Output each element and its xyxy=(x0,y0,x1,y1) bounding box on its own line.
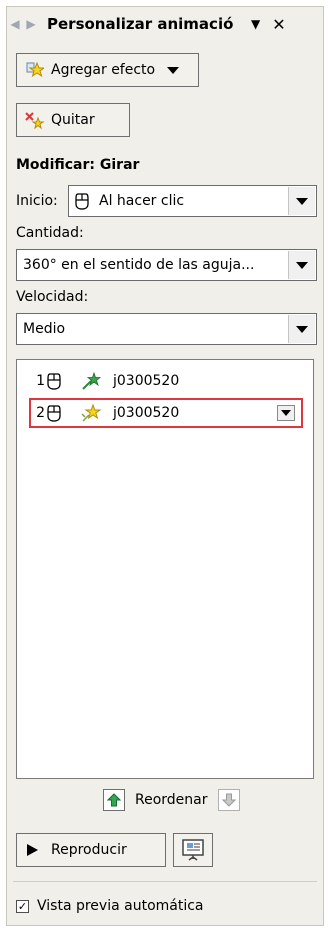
remove-label: Quitar xyxy=(51,112,95,128)
chevron-down-icon xyxy=(167,66,180,74)
play-button[interactable]: Reproducir xyxy=(16,833,166,867)
arrow-up-icon xyxy=(107,793,121,807)
effect-order-number: 2 xyxy=(36,405,45,421)
mouse-icon xyxy=(47,373,61,390)
mouse-icon xyxy=(75,193,89,210)
chevron-down-icon xyxy=(296,261,308,269)
speed-dropdown[interactable] xyxy=(288,315,315,343)
start-dropdown[interactable] xyxy=(288,187,315,215)
forward-arrow-icon[interactable]: ▶ xyxy=(23,16,39,32)
start-label: Inicio: xyxy=(16,193,58,209)
close-icon[interactable]: ✕ xyxy=(272,15,285,34)
back-arrow-icon[interactable]: ◀ xyxy=(7,16,23,32)
start-value: Al hacer clic xyxy=(99,193,185,209)
effect-name: j0300520 xyxy=(113,373,180,389)
effect-name: j0300520 xyxy=(113,405,180,421)
effect-order-number: 1 xyxy=(36,373,45,389)
list-item-selected[interactable]: 2 j0300520 xyxy=(29,398,303,428)
modify-title: Modificar: Girar xyxy=(16,157,140,173)
start-select[interactable]: Al hacer clic xyxy=(68,185,317,217)
autopreview-label: Vista previa automática xyxy=(37,898,204,914)
play-label: Reproducir xyxy=(51,842,127,858)
amount-label: Cantidad: xyxy=(16,225,84,241)
reorder-label: Reordenar xyxy=(135,792,208,808)
slide-show-icon xyxy=(182,839,204,861)
autopreview-checkbox[interactable]: ✓ xyxy=(16,899,29,913)
play-icon xyxy=(27,844,38,856)
autopreview-row[interactable]: ✓ Vista previa automática xyxy=(16,898,204,914)
speed-select[interactable]: Medio xyxy=(16,313,317,345)
effect-list[interactable]: 1 j0300520 2 j0300520 xyxy=(16,359,314,779)
speed-label: Velocidad: xyxy=(16,289,89,305)
amount-dropdown[interactable] xyxy=(288,251,315,279)
remove-effect-icon xyxy=(25,110,45,130)
effect-options-dropdown[interactable] xyxy=(277,405,295,421)
mouse-icon xyxy=(47,405,61,422)
speed-value: Medio xyxy=(23,321,66,337)
move-down-button[interactable] xyxy=(217,789,240,811)
add-effect-button[interactable]: Agregar efecto xyxy=(16,53,199,87)
remove-button[interactable]: Quitar xyxy=(16,103,130,137)
chevron-down-icon xyxy=(281,410,291,416)
add-effect-star-icon xyxy=(25,60,45,80)
custom-animation-pane: ◀ ▶ Personalizar animació ▼ ✕ Agregar ef… xyxy=(6,6,324,926)
add-effect-label: Agregar efecto xyxy=(51,62,156,78)
chevron-down-icon xyxy=(296,325,308,333)
pane-title: Personalizar animació xyxy=(47,15,234,33)
pane-menu-dropdown-icon[interactable]: ▼ xyxy=(251,17,260,31)
list-item[interactable]: 1 j0300520 xyxy=(31,366,301,396)
chevron-down-icon xyxy=(296,197,308,205)
reorder-controls: Reordenar xyxy=(103,789,240,811)
pane-titlebar: ◀ ▶ Personalizar animació ▼ ✕ xyxy=(7,7,323,41)
slide-show-button[interactable] xyxy=(173,833,213,867)
arrow-down-icon xyxy=(221,793,236,807)
divider xyxy=(13,881,317,882)
move-up-button[interactable] xyxy=(103,789,125,811)
green-effect-star-icon xyxy=(82,371,101,390)
yellow-effect-star-icon xyxy=(81,403,101,422)
amount-select[interactable]: 360° en el sentido de las aguja... xyxy=(16,249,317,281)
amount-value: 360° en el sentido de las aguja... xyxy=(23,257,255,273)
